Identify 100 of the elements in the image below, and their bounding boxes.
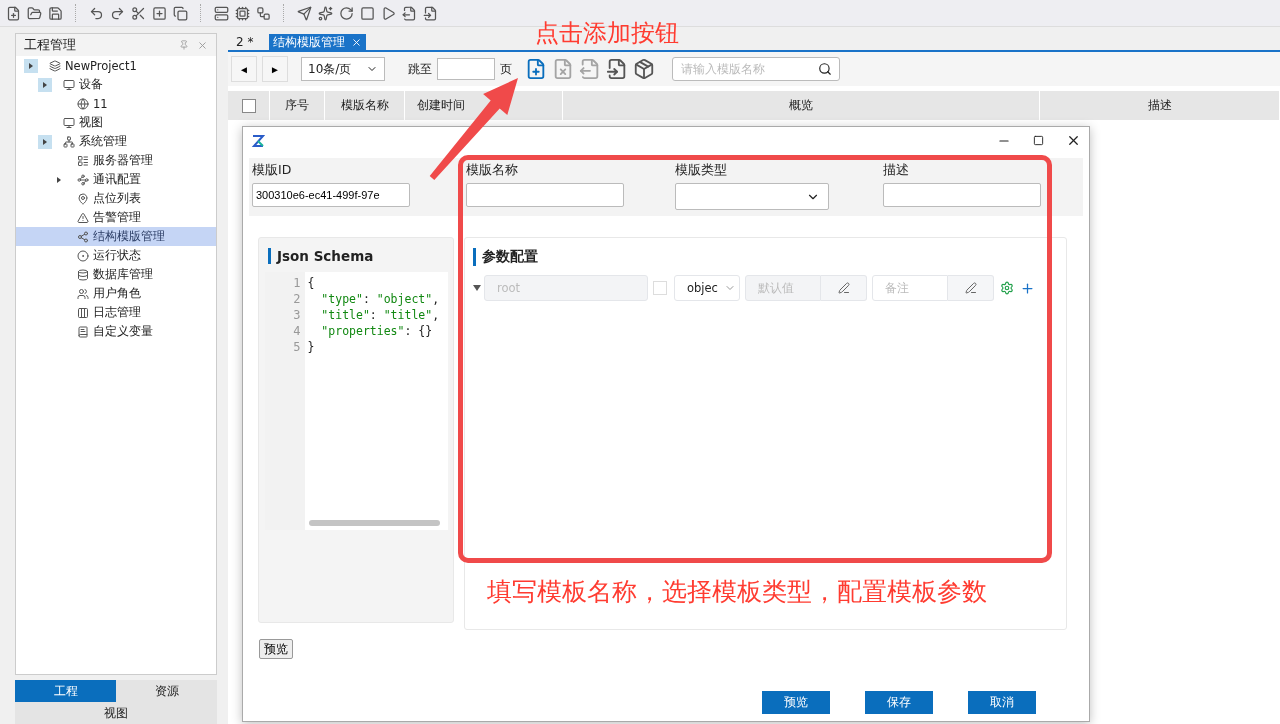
search-field[interactable]: 请输入模版名称 [672, 57, 840, 81]
line-number: 5 [293, 339, 301, 355]
panel-tab[interactable]: 资源 [116, 680, 217, 702]
panel-tab[interactable]: 视图 [15, 702, 217, 724]
maximize-icon[interactable] [1033, 135, 1044, 146]
card-title: 参数配置 [473, 248, 538, 266]
save-icon[interactable] [48, 5, 63, 21]
tree-item[interactable]: 视图 [16, 113, 216, 132]
text-field[interactable] [883, 183, 1041, 207]
tree-item[interactable]: 结构模版管理 [16, 227, 216, 246]
play-icon[interactable] [381, 5, 396, 21]
field-label: 模版名称 [466, 162, 519, 179]
add-file-icon[interactable] [525, 58, 547, 80]
file-import-icon[interactable] [423, 5, 438, 21]
tree-item[interactable]: 系统管理 [16, 132, 216, 151]
open-folder-icon[interactable] [27, 5, 42, 21]
code-line: } [307, 339, 316, 355]
tree-item[interactable]: 告警管理 [16, 208, 216, 227]
text-field[interactable]: 300310e6-ec41-499f-97e [252, 183, 410, 207]
undo-icon[interactable] [89, 5, 104, 21]
column-header: 描述 [1040, 91, 1280, 120]
expander-icon[interactable] [38, 134, 52, 149]
send-icon[interactable] [297, 5, 312, 21]
tree-node-icon [77, 173, 89, 186]
panel-tab[interactable]: 工程 [15, 680, 116, 702]
app-logo-icon [251, 133, 265, 148]
tree-node-icon [77, 306, 89, 319]
tree-item[interactable]: 自定义变量 [16, 322, 216, 341]
file-export-icon[interactable] [402, 5, 417, 21]
expander-icon[interactable] [38, 77, 52, 92]
sparkle-icon[interactable] [318, 5, 333, 21]
page-size-select[interactable]: 10条/页 [301, 57, 385, 81]
tree-item[interactable]: 点位列表 [16, 189, 216, 208]
tree-item[interactable]: 服务器管理 [16, 151, 216, 170]
edit-button[interactable] [821, 275, 867, 301]
code-line: "properties": {} [320, 323, 434, 339]
tree-item[interactable]: 设备 [16, 75, 216, 94]
caret-icon[interactable] [473, 285, 481, 291]
checkbox[interactable] [653, 281, 667, 295]
scrollbar-thumb[interactable] [308, 520, 440, 526]
tree-item[interactable]: 日志管理 [16, 303, 216, 322]
pen-icon [964, 282, 977, 294]
edit-button[interactable] [948, 275, 994, 301]
square-plus-icon[interactable] [152, 5, 167, 21]
field-label: 描述 [883, 162, 910, 179]
chip-icon[interactable] [235, 5, 250, 21]
previous-page-button[interactable]: ◄ [231, 56, 257, 82]
workflow-icon[interactable] [256, 5, 271, 21]
tree-node-icon [63, 116, 75, 129]
next-page-button[interactable]: ► [262, 56, 288, 82]
tree-node-icon [77, 287, 89, 300]
page-label: 页 [500, 60, 512, 78]
close-icon[interactable] [1066, 133, 1081, 148]
line-number: 3 [293, 307, 301, 323]
code-line: "title": "title", [320, 307, 440, 323]
expander-icon[interactable] [24, 58, 38, 73]
column-header: 序号 [270, 91, 325, 120]
tree-node-icon [49, 59, 61, 72]
annotation-text: 填写模板名称，选择模板类型，配置模板参数 [487, 576, 987, 608]
dialog-button[interactable]: 预览 [762, 691, 830, 714]
line-number: 4 [293, 323, 301, 339]
field-label: 模版ID [252, 162, 293, 179]
document-tab[interactable]: 结构模版管理 [269, 34, 367, 50]
page-number-field[interactable] [437, 58, 495, 80]
dialog-button[interactable]: 取消 [968, 691, 1036, 714]
select-all-checkbox[interactable] [241, 98, 256, 113]
tree-item[interactable]: 运行状态 [16, 246, 216, 265]
rotate-icon[interactable] [339, 5, 354, 21]
package-icon[interactable] [633, 58, 655, 80]
scissors-icon[interactable] [131, 5, 146, 21]
text-field[interactable] [466, 183, 624, 207]
annotation-text: 点击添加按钮 [535, 18, 679, 49]
note-field[interactable]: 备注 [872, 275, 948, 301]
type-select[interactable]: objec [674, 275, 740, 301]
dialog-button[interactable]: 保存 [865, 691, 933, 714]
tree-item[interactable]: 数据库管理 [16, 265, 216, 284]
tree-node-icon [77, 268, 89, 281]
tree-item[interactable]: 通讯配置 [16, 170, 216, 189]
tree-item[interactable]: 用户角色 [16, 284, 216, 303]
copy-icon[interactable] [173, 5, 188, 21]
redo-icon[interactable] [110, 5, 125, 21]
line-number: 2 [293, 291, 301, 307]
search-icon[interactable] [818, 62, 832, 76]
document-tab[interactable]: 2 * [232, 34, 258, 50]
tree-node-icon [77, 211, 89, 224]
tree-node-icon [77, 230, 89, 243]
tree-node-icon [77, 97, 89, 110]
preview-button[interactable]: 预览 [259, 639, 293, 659]
jump-label: 跳至 [408, 60, 432, 78]
square-icon[interactable] [360, 5, 375, 21]
tree-node-icon [63, 78, 75, 91]
settings-icon[interactable] [1000, 281, 1014, 295]
file-import-icon[interactable] [606, 58, 628, 80]
new-file-icon[interactable] [6, 5, 21, 21]
panel-title: 工程管理 [24, 36, 77, 54]
tree-item[interactable]: 11 [16, 94, 216, 113]
tree-node-icon [77, 249, 89, 262]
tree-item[interactable]: NewProject1 [16, 56, 216, 75]
add-icon[interactable] [1020, 280, 1035, 296]
server-icon[interactable] [214, 5, 229, 21]
